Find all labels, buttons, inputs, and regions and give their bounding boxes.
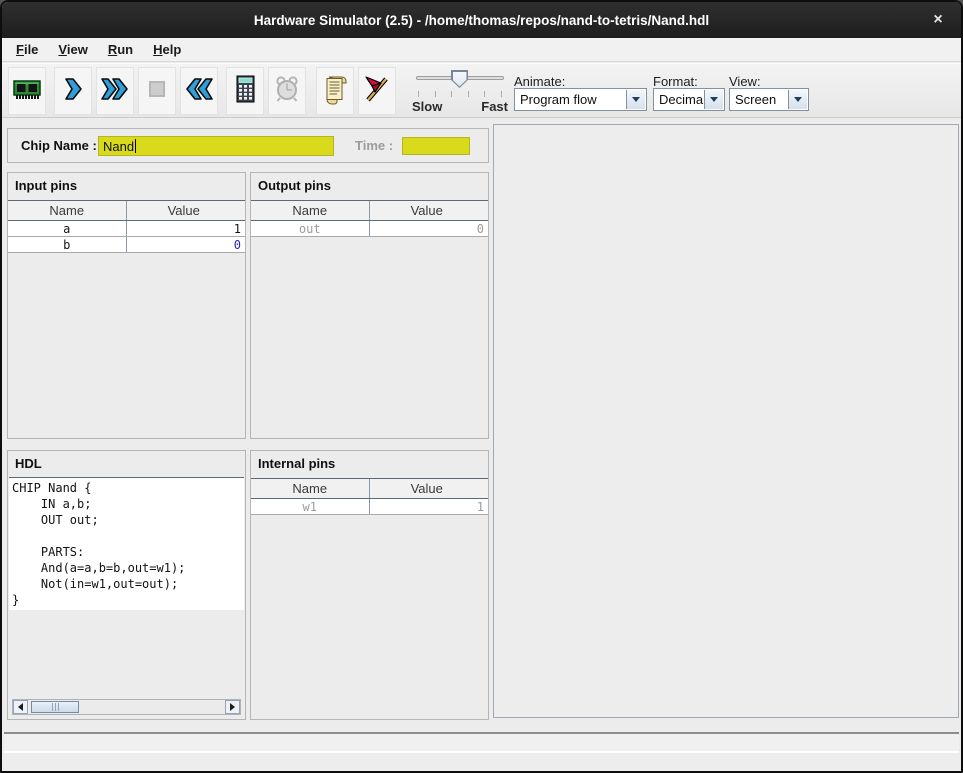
status-bar [4, 732, 959, 753]
rewind-icon [182, 73, 216, 110]
column-header-value: Value [370, 201, 489, 220]
hdl-title: HDL [15, 456, 42, 471]
menu-help[interactable]: Help [143, 39, 191, 60]
chevron-down-icon[interactable] [788, 90, 807, 109]
input-pins-panel: Input pins Name Value a 1 b 0 [7, 172, 246, 439]
calculator-icon [229, 73, 261, 110]
toolbar: Slow Fast Animate: Program flow Format: … [2, 63, 961, 118]
view-label: View: [729, 74, 761, 89]
scroll-left-arrow-icon[interactable] [13, 700, 28, 714]
slider-slow-label: Slow [412, 99, 442, 114]
close-icon[interactable]: × [927, 10, 949, 30]
table-row: b 0 [8, 237, 245, 253]
pin-value[interactable]: 1 [127, 221, 246, 236]
column-header-value: Value [127, 201, 246, 220]
menu-run[interactable]: Run [98, 39, 143, 60]
script-scroll-icon [319, 73, 351, 110]
internal-pins-title: Internal pins [258, 456, 335, 471]
chevron-down-icon[interactable] [626, 90, 645, 109]
hdl-horizontal-scrollbar[interactable] [12, 699, 241, 715]
chip-display-canvas [493, 124, 959, 718]
evaluate-button[interactable] [226, 67, 264, 115]
scrollbar-thumb[interactable] [31, 701, 79, 713]
menu-file[interactable]: File [6, 39, 48, 60]
single-step-button[interactable] [54, 67, 92, 115]
format-select[interactable]: Decimal [653, 88, 725, 111]
animate-label: Animate: [514, 74, 565, 89]
chevron-down-icon[interactable] [704, 90, 723, 109]
view-script-button[interactable] [316, 67, 354, 115]
title-bar[interactable]: Hardware Simulator (2.5) - /home/thomas/… [2, 2, 961, 38]
chip-name-panel: Chip Name : Nand Time : [7, 128, 489, 163]
menu-view[interactable]: View [48, 39, 97, 60]
footer-strip [2, 755, 961, 771]
internal-pins-table: Name Value w1 1 [251, 478, 488, 515]
reset-button[interactable] [180, 67, 218, 115]
speed-slider: Slow Fast [410, 67, 510, 117]
internal-pins-panel: Internal pins Name Value w1 1 [250, 450, 489, 720]
time-field[interactable] [402, 137, 470, 155]
text-caret [135, 139, 136, 153]
load-chip-button[interactable] [8, 67, 46, 115]
marker-arrow-icon [361, 73, 393, 110]
menu-bar: File View Run Help [2, 38, 961, 62]
single-step-icon [57, 73, 89, 110]
slider-fast-label: Fast [481, 99, 508, 114]
hdl-code: CHIP Nand { IN a,b; OUT out; PARTS: And(… [9, 478, 244, 608]
stop-button[interactable] [138, 67, 176, 115]
view-select[interactable]: Screen [729, 88, 809, 111]
pin-value[interactable]: 0 [127, 237, 246, 252]
run-button[interactable] [96, 67, 134, 115]
clock-cycle-button[interactable] [268, 67, 306, 115]
animate-value: Program flow [520, 92, 597, 107]
table-row: w1 1 [251, 499, 488, 515]
hdl-code-area[interactable]: CHIP Nand { IN a,b; OUT out; PARTS: And(… [9, 477, 244, 610]
table-row: out 0 [251, 221, 488, 237]
pin-name: a [8, 221, 127, 236]
view-value: Screen [735, 92, 776, 107]
column-header-name: Name [251, 201, 370, 220]
fast-forward-icon [98, 73, 132, 110]
format-label: Format: [653, 74, 698, 89]
pin-name: out [251, 221, 370, 236]
column-header-name: Name [8, 201, 127, 220]
output-pins-title: Output pins [258, 178, 331, 193]
memory-chip-icon [11, 73, 43, 110]
column-header-name: Name [251, 479, 370, 498]
animate-select[interactable]: Program flow [514, 88, 647, 111]
pin-value: 1 [370, 499, 489, 514]
output-pins-panel: Output pins Name Value out 0 [250, 172, 489, 439]
input-pins-title: Input pins [15, 178, 77, 193]
hdl-panel: HDL CHIP Nand { IN a,b; OUT out; PARTS: … [7, 450, 246, 720]
output-pins-table: Name Value out 0 [251, 200, 488, 237]
slider-ticks [418, 91, 502, 97]
time-label: Time : [355, 138, 393, 153]
pin-name: b [8, 237, 127, 252]
format-value: Decimal [659, 92, 706, 107]
pin-name: w1 [251, 499, 370, 514]
pin-value: 0 [370, 221, 489, 236]
column-header-value: Value [370, 479, 489, 498]
clock-icon [271, 73, 303, 110]
slider-thumb[interactable] [451, 70, 468, 88]
hardware-simulator-window: Hardware Simulator (2.5) - /home/thomas/… [0, 0, 963, 773]
table-row: a 1 [8, 221, 245, 237]
view-output-button[interactable] [358, 67, 396, 115]
scroll-right-arrow-icon[interactable] [225, 700, 240, 714]
window-title: Hardware Simulator (2.5) - /home/thomas/… [254, 13, 709, 28]
stop-square-icon [141, 73, 173, 110]
chip-name-input[interactable]: Nand [98, 136, 334, 156]
input-pins-table: Name Value a 1 b 0 [8, 200, 245, 253]
chip-name-label: Chip Name : [21, 138, 97, 153]
